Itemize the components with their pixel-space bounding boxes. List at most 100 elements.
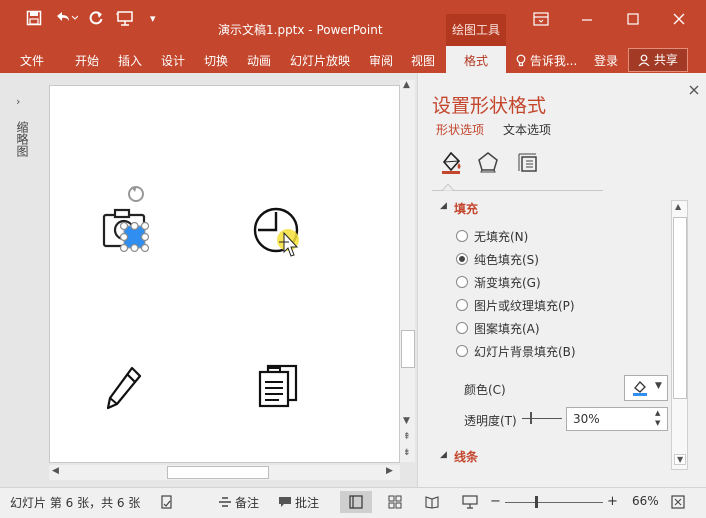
fill-section-header[interactable]: 填充 [454, 200, 478, 217]
scroll-down-icon[interactable]: ▼ [674, 454, 687, 465]
tell-me-box[interactable]: 告诉我... [516, 52, 577, 69]
next-slide-icon[interactable]: ⇟ [403, 448, 411, 458]
zoom-in-icon[interactable]: + [607, 494, 618, 509]
scroll-down-icon[interactable]: ▼ [403, 416, 410, 426]
tab-text-options[interactable]: 文本选项 [503, 121, 551, 138]
fill-option-label: 图案填充(A) [474, 322, 540, 336]
fill-option-slide-background[interactable]: 幻灯片背景填充(B) [456, 343, 576, 360]
fill-option-none[interactable]: 无填充(N) [456, 228, 528, 245]
spelling-check-icon[interactable] [160, 495, 174, 509]
fill-option-label: 纯色填充(S) [474, 253, 539, 267]
undo-icon[interactable] [54, 10, 79, 30]
reading-view-icon[interactable] [425, 495, 439, 509]
comments-button[interactable]: 批注 [295, 494, 319, 511]
tab-review[interactable]: 审阅 [369, 52, 393, 69]
normal-view-button[interactable] [340, 491, 372, 513]
pane-scrollbar[interactable]: ▲ [671, 200, 688, 470]
fill-line-icon[interactable] [438, 149, 464, 175]
scroll-up-icon[interactable]: ▲ [675, 202, 681, 211]
size-properties-icon[interactable] [516, 151, 540, 175]
fit-to-window-icon[interactable] [671, 495, 685, 509]
tab-shape-options[interactable]: 形状选项 [436, 121, 484, 138]
tab-file[interactable]: 文件 [20, 52, 44, 69]
camera-icon[interactable] [94, 178, 164, 268]
radio-button[interactable] [456, 322, 468, 334]
scroll-left-icon[interactable]: ◀ [52, 466, 59, 476]
fill-color-picker[interactable]: ▼ [624, 375, 668, 401]
rotate-handle-icon [128, 186, 144, 202]
chevron-right-icon[interactable]: › [16, 95, 20, 108]
transparency-spinner[interactable]: 30% ▲ ▼ [566, 407, 668, 431]
previous-slide-icon[interactable]: ⇞ [403, 432, 411, 442]
maximize-button[interactable] [626, 12, 640, 30]
collapse-triangle-icon[interactable]: ◢ [440, 201, 447, 211]
close-button[interactable] [672, 12, 686, 30]
tell-me-label: 告诉我... [529, 54, 578, 68]
zoom-level[interactable]: 66% [632, 494, 659, 508]
radio-button[interactable] [456, 276, 468, 288]
tab-design[interactable]: 设计 [161, 52, 185, 69]
clock-icon[interactable] [248, 200, 308, 280]
notes-icon[interactable] [218, 496, 232, 508]
comments-icon[interactable] [278, 496, 292, 508]
tab-insert[interactable]: 插入 [118, 52, 142, 69]
context-group-label: 绘图工具 [451, 23, 500, 37]
vertical-scroll-thumb[interactable] [401, 330, 415, 368]
fill-option-label: 渐变填充(G) [474, 276, 541, 290]
zoom-slider-thumb[interactable] [535, 496, 538, 508]
zoom-slider[interactable] [505, 502, 603, 503]
thumbnails-label[interactable]: 缩略图 [15, 121, 29, 157]
radio-button[interactable] [456, 345, 468, 357]
slide-sorter-icon[interactable] [388, 495, 402, 509]
slide-vertical-scrollbar[interactable]: ▲ ▼ ⇞ ⇟ [400, 80, 415, 462]
scroll-up-icon[interactable]: ▲ [403, 80, 410, 90]
notes-button[interactable]: 备注 [235, 494, 259, 511]
share-button[interactable]: 共享 [628, 48, 688, 72]
transparency-slider[interactable] [522, 418, 562, 419]
slide-horizontal-scrollbar[interactable]: ◀ ▶ [49, 465, 400, 480]
tab-transitions[interactable]: 切换 [204, 52, 228, 69]
fill-option-picture[interactable]: 图片或纹理填充(P) [456, 297, 575, 314]
transparency-slider-thumb[interactable] [530, 412, 532, 424]
spin-down-icon[interactable]: ▼ [655, 419, 660, 427]
paint-bucket-icon [633, 381, 647, 396]
line-section-header[interactable]: 线条 [454, 448, 478, 465]
save-icon[interactable] [26, 10, 42, 30]
share-label: 共享 [653, 53, 678, 67]
tab-view[interactable]: 视图 [411, 52, 435, 69]
minimize-button[interactable] [580, 12, 594, 30]
collapse-triangle-icon[interactable]: ◢ [440, 450, 447, 460]
pencil-icon[interactable] [102, 364, 146, 412]
fill-option-solid[interactable]: 纯色填充(S) [456, 251, 539, 268]
radio-button[interactable] [456, 253, 468, 265]
customize-qat-icon[interactable]: ▾ [150, 10, 156, 28]
scroll-right-icon[interactable]: ▶ [386, 466, 393, 476]
tab-animations[interactable]: 动画 [247, 52, 271, 69]
transparency-value[interactable]: 30% [573, 412, 600, 426]
pane-scroll-thumb[interactable] [673, 217, 687, 399]
horizontal-scroll-thumb[interactable] [167, 466, 269, 479]
pane-close-icon[interactable] [689, 83, 699, 99]
start-from-beginning-icon[interactable] [116, 10, 136, 30]
tab-home[interactable]: 开始 [75, 52, 99, 69]
spin-up-icon[interactable]: ▲ [655, 409, 660, 417]
slideshow-icon[interactable] [462, 495, 478, 509]
documents-icon[interactable] [254, 362, 304, 412]
title-bar: ▾ 演示文稿1.pptx - PowerPoint 绘图工具 [0, 0, 706, 73]
tab-format[interactable]: 格式 [446, 46, 506, 73]
redo-icon[interactable] [88, 10, 104, 30]
tab-slideshow[interactable]: 幻灯片放映 [290, 52, 350, 69]
ribbon-display-options-icon[interactable] [533, 12, 549, 30]
status-bar: 幻灯片 第 6 张，共 6 张 备注 批注 − + 66% [0, 487, 706, 518]
radio-button[interactable] [456, 299, 468, 311]
slide-canvas[interactable] [49, 85, 400, 463]
fill-option-label: 无填充(N) [474, 230, 529, 244]
login-link[interactable]: 登录 [594, 52, 618, 69]
zoom-out-icon[interactable]: − [490, 494, 501, 509]
radio-button[interactable] [456, 230, 468, 242]
icon-row-divider [432, 190, 603, 191]
fill-option-gradient[interactable]: 渐变填充(G) [456, 274, 541, 291]
effects-icon[interactable] [476, 150, 500, 174]
fill-option-label: 幻灯片背景填充(B) [474, 345, 576, 359]
fill-option-pattern[interactable]: 图案填充(A) [456, 320, 540, 337]
